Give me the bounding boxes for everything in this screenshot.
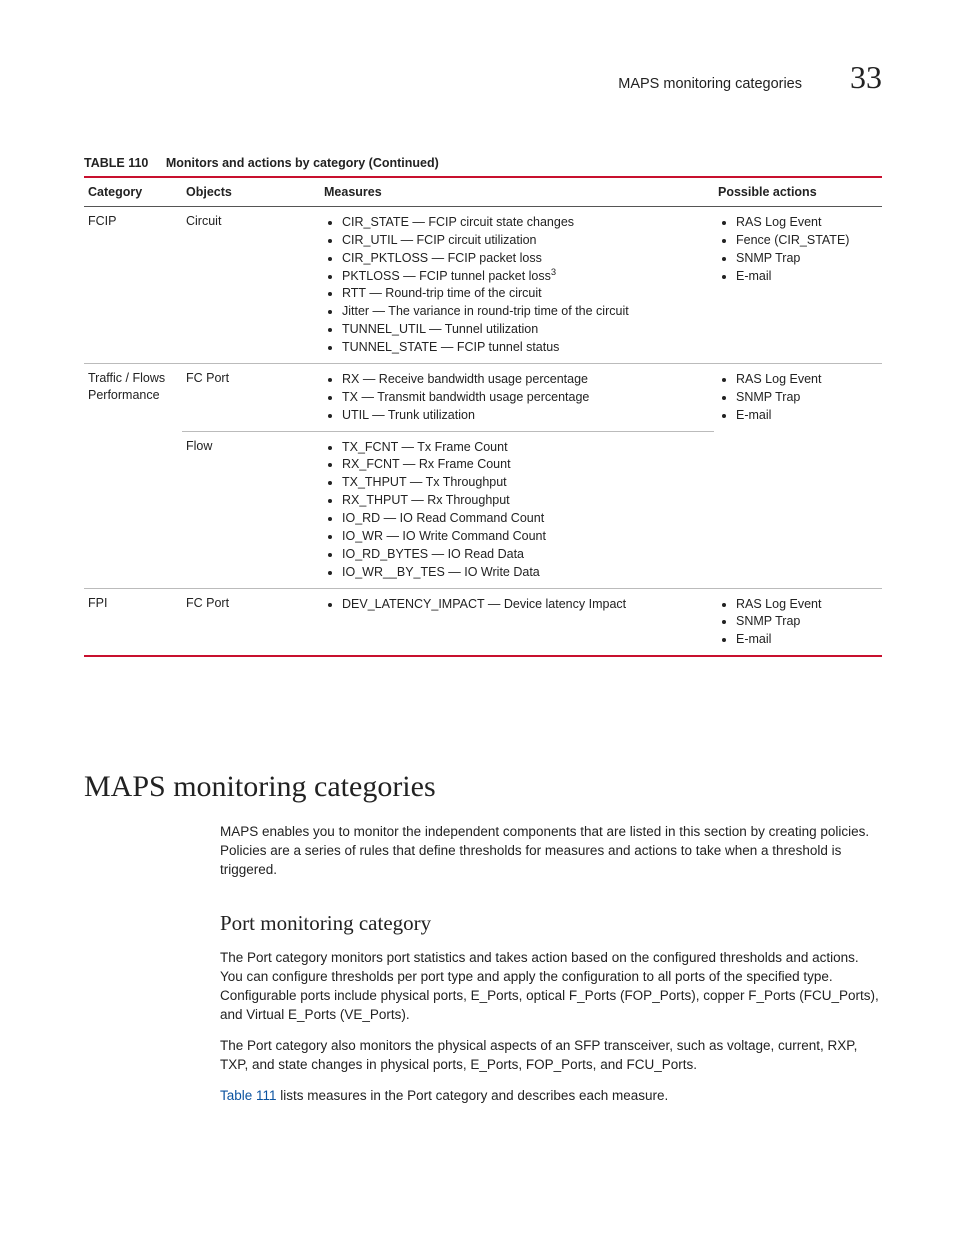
table-row: FPIFC Port DEV_LATENCY_IMPACT — Device la… [84, 588, 882, 656]
section-body: MAPS enables you to monitor the independ… [220, 822, 882, 1106]
cell-category: FPI [84, 588, 182, 656]
measure-item: RX — Receive bandwidth usage percentage [342, 371, 710, 388]
cell-actions: RAS Log EventFence (CIR_STATE)SNMP TrapE… [714, 206, 882, 363]
action-item: SNMP Trap [736, 250, 878, 267]
cell-measures: RX — Receive bandwidth usage percentageT… [320, 363, 714, 431]
running-header: MAPS monitoring categories 33 [84, 56, 882, 99]
table-caption: TABLE 110 Monitors and actions by catego… [84, 155, 882, 172]
measure-item: RX_FCNT — Rx Frame Count [342, 456, 710, 473]
measure-item: IO_WR__BY_TES — IO Write Data [342, 564, 710, 581]
action-item: SNMP Trap [736, 389, 878, 406]
action-item: RAS Log Event [736, 214, 878, 231]
sub-paragraph-2: The Port category also monitors the phys… [220, 1036, 882, 1074]
measure-item: CIR_UTIL — FCIP circuit utilization [342, 232, 710, 249]
measure-item: UTIL — Trunk utilization [342, 407, 710, 424]
action-item: Fence (CIR_STATE) [736, 232, 878, 249]
action-item: SNMP Trap [736, 613, 878, 630]
measure-item: IO_RD_BYTES — IO Read Data [342, 546, 710, 563]
cell-objects: Circuit [182, 206, 320, 363]
measure-item: IO_RD — IO Read Command Count [342, 510, 710, 527]
chapter-number: 33 [850, 56, 882, 99]
action-item: RAS Log Event [736, 371, 878, 388]
measure-item: CIR_STATE — FCIP circuit state changes [342, 214, 710, 231]
cell-objects: FC Port [182, 588, 320, 656]
table-row: Traffic / Flows PerformanceFC PortRX — R… [84, 363, 882, 431]
running-title: MAPS monitoring categories [618, 75, 802, 95]
action-item: E-mail [736, 268, 878, 285]
section-heading: MAPS monitoring categories [84, 767, 882, 808]
action-item: E-mail [736, 407, 878, 424]
sub-paragraph-3: Table 111 lists measures in the Port cat… [220, 1086, 882, 1105]
measure-item: TX — Transmit bandwidth usage percentage [342, 389, 710, 406]
sub-paragraph-1: The Port category monitors port statisti… [220, 948, 882, 1025]
measure-item: RTT — Round-trip time of the circuit [342, 285, 710, 302]
measure-item: TUNNEL_UTIL — Tunnel utilization [342, 321, 710, 338]
table-111-xref[interactable]: Table 111 [220, 1088, 277, 1103]
th-measures: Measures [320, 177, 714, 206]
th-objects: Objects [182, 177, 320, 206]
cell-objects: FC Port [182, 363, 320, 431]
action-item: RAS Log Event [736, 596, 878, 613]
measure-item: PKTLOSS — FCIP tunnel packet loss3 [342, 268, 710, 285]
measure-item: TX_FCNT — Tx Frame Count [342, 439, 710, 456]
measure-item: IO_WR — IO Write Command Count [342, 528, 710, 545]
action-item: E-mail [736, 631, 878, 648]
cell-category: Traffic / Flows Performance [84, 363, 182, 588]
table-row: FCIPCircuitCIR_STATE — FCIP circuit stat… [84, 206, 882, 363]
intro-paragraph: MAPS enables you to monitor the independ… [220, 822, 882, 879]
cell-category: FCIP [84, 206, 182, 363]
cell-actions: RAS Log EventSNMP TrapE-mail [714, 363, 882, 588]
measure-item: TX_THPUT — Tx Throughput [342, 474, 710, 491]
measure-item: CIR_PKTLOSS — FCIP packet loss [342, 250, 710, 267]
subsection-heading: Port monitoring category [220, 909, 882, 937]
measure-item: DEV_LATENCY_IMPACT — Device latency Impa… [342, 596, 710, 613]
measure-item: TUNNEL_STATE — FCIP tunnel status [342, 339, 710, 356]
measure-item: Jitter — The variance in round-trip time… [342, 303, 710, 320]
cell-actions: RAS Log EventSNMP TrapE-mail [714, 588, 882, 656]
cell-measures: TX_FCNT — Tx Frame CountRX_FCNT — Rx Fra… [320, 431, 714, 588]
measure-item: RX_THPUT — Rx Throughput [342, 492, 710, 509]
cell-objects: Flow [182, 431, 320, 588]
cell-measures: CIR_STATE — FCIP circuit state changesCI… [320, 206, 714, 363]
th-actions: Possible actions [714, 177, 882, 206]
cell-measures: DEV_LATENCY_IMPACT — Device latency Impa… [320, 588, 714, 656]
th-category: Category [84, 177, 182, 206]
monitors-table: Category Objects Measures Possible actio… [84, 176, 882, 657]
table-body: FCIPCircuitCIR_STATE — FCIP circuit stat… [84, 206, 882, 656]
